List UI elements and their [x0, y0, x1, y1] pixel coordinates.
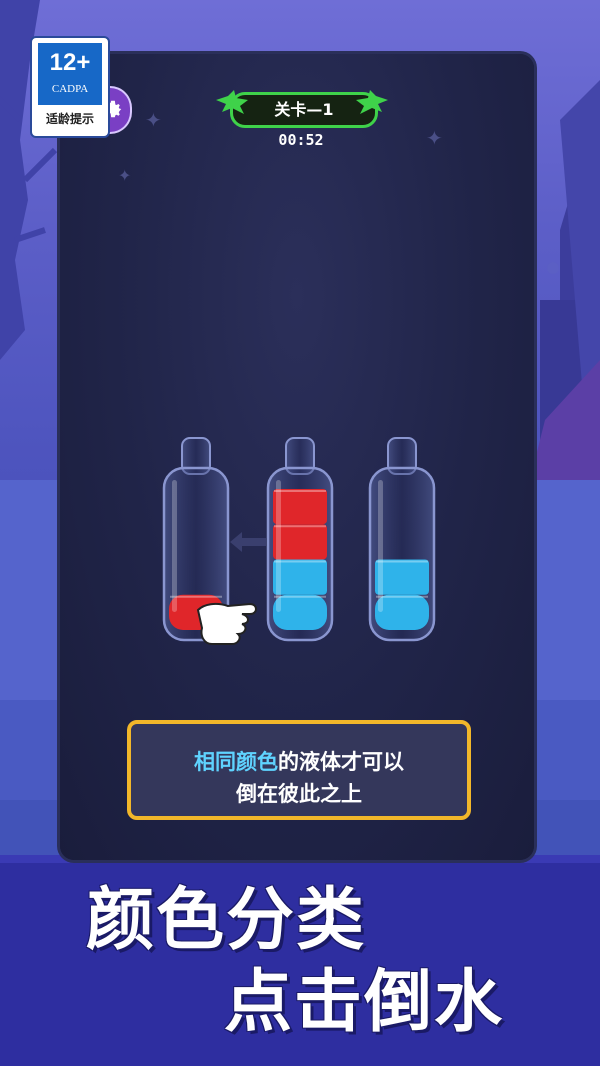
liquid-layer-red [273, 524, 327, 560]
liquid-layer-blue [375, 594, 429, 630]
star-icon: ✦ [145, 108, 162, 132]
bottle-area [162, 437, 436, 645]
bottle-right[interactable] [368, 437, 436, 642]
bottle-shine [276, 480, 281, 612]
liquid-layer-blue [273, 594, 327, 630]
age-rating-box: 12+ CADPA [38, 43, 102, 105]
age-rating-org: CADPA [51, 83, 89, 95]
dragon-left-icon [216, 90, 248, 114]
age-rating-badge: 12+ CADPA 适龄提示 [30, 36, 110, 138]
age-rating-tip: 适龄提示 [45, 112, 94, 126]
level-timer: 00:52 [278, 131, 324, 149]
hint-box: 相同颜色的液体才可以 倒在彼此之上 [127, 720, 471, 820]
bottle-shine [378, 480, 383, 612]
age-rating-number: 12+ [49, 49, 91, 76]
liquid-layer-blue [273, 559, 327, 595]
star-icon: ✦ [118, 166, 132, 185]
promo-title-line-2: 点击倒水 [224, 963, 505, 1042]
dragon-right-icon [356, 90, 388, 114]
liquid-layer-blue [375, 559, 429, 595]
liquid-layer-red [273, 488, 327, 525]
hint-line-1: 相同颜色的液体才可以 [131, 746, 467, 776]
bottle-shine [172, 480, 177, 612]
hint-line-2: 倒在彼此之上 [236, 782, 362, 806]
hint-highlight: 相同颜色 [194, 750, 278, 774]
star-icon: ✦ [426, 126, 443, 150]
pointing-hand-icon [196, 602, 257, 645]
arrow-left-icon [230, 532, 266, 552]
bottle-middle[interactable] [266, 437, 334, 642]
hint-text: 的液体才可以 [278, 750, 404, 774]
